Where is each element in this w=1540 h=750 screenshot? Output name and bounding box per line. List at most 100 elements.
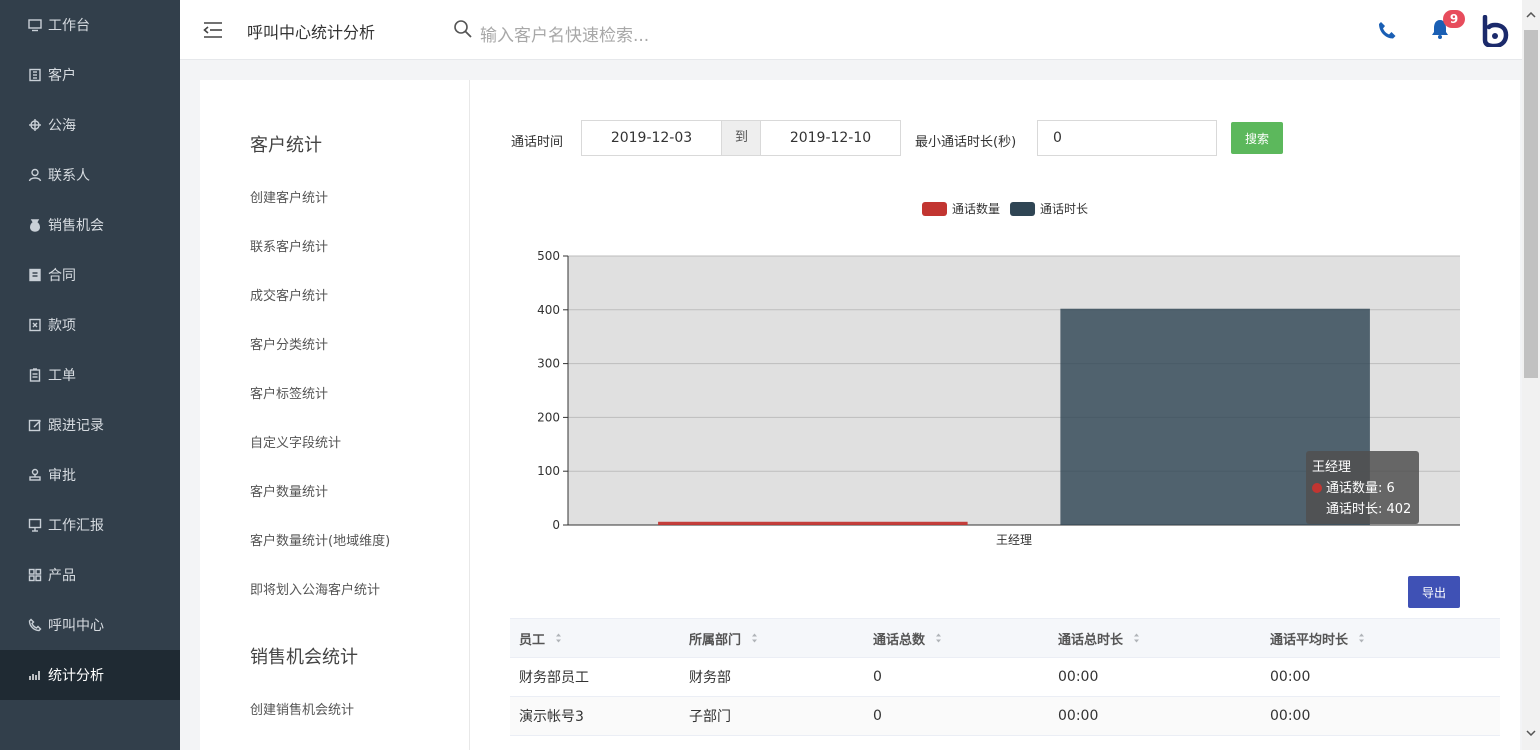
tooltip-title: 王经理 — [1312, 460, 1352, 475]
subnav-item-customer-category[interactable]: 客户分类统计 — [250, 334, 328, 353]
statistics-subnav: 客户统计 创建客户统计 联系客户统计 成交客户统计 客户分类统计 客户标签统计 … — [200, 80, 470, 750]
menu-toggle-icon[interactable] — [202, 20, 224, 40]
contract-icon — [28, 268, 42, 282]
cell-total-calls: 0 — [873, 669, 882, 685]
phone-icon — [28, 618, 42, 632]
payment-icon — [28, 318, 42, 332]
call-stats-table: 员工 所属部门 通话总数 通话总时长 通话平均时长 财务部员工 财务部 0 00… — [510, 618, 1500, 736]
sidebar-item-label: 统计分析 — [48, 668, 104, 684]
sidebar-item-contacts[interactable]: 联系人 — [0, 150, 180, 200]
ship-icon — [28, 118, 42, 132]
subnav-item-customer-count-region[interactable]: 客户数量统计(地域维度) — [250, 530, 390, 549]
cell-department: 子部门 — [689, 709, 731, 725]
sidebar-item-label: 销售机会 — [48, 218, 104, 234]
search-input[interactable] — [480, 22, 780, 50]
subnav-item-customer-count[interactable]: 客户数量统计 — [250, 481, 328, 500]
sidebar-item-payments[interactable]: 款项 — [0, 300, 180, 350]
subnav-item-custom-field[interactable]: 自定义字段统计 — [250, 432, 341, 451]
search-button[interactable]: 搜索 — [1231, 122, 1283, 154]
tooltip-line-duration: 通话时长: 402 — [1312, 499, 1413, 520]
user-icon — [28, 168, 42, 182]
brand-logo-icon — [1482, 15, 1509, 47]
min-duration-input[interactable]: 0 — [1037, 120, 1217, 156]
top-header: 呼叫中心统计分析 9 — [180, 0, 1522, 60]
sidebar-item-statistics[interactable]: 统计分析 — [0, 650, 180, 700]
subnav-item-upcoming-public-sea[interactable]: 即将划入公海客户统计 — [250, 579, 380, 598]
sidebar-item-customer[interactable]: 客户 — [0, 50, 180, 100]
min-duration-label: 最小通话时长(秒) — [915, 135, 1017, 150]
sort-icon[interactable] — [751, 633, 758, 643]
sidebar-item-follow-up[interactable]: 跟进记录 — [0, 400, 180, 450]
sidebar-item-label: 合同 — [48, 268, 76, 284]
end-date-input[interactable]: 2019-12-10 — [760, 120, 901, 156]
sidebar-item-label: 款项 — [48, 318, 76, 334]
subnav-item-customer-tag[interactable]: 客户标签统计 — [250, 383, 328, 402]
table-row[interactable]: 财务部员工 财务部 0 00:00 00:00 — [510, 658, 1500, 697]
cell-department: 财务部 — [689, 670, 731, 686]
subnav-group-title-opportunity: 销售机会统计 — [250, 647, 358, 668]
sidebar-item-public-sea[interactable]: 公海 — [0, 100, 180, 150]
subnav-item-create-customer[interactable]: 创建客户统计 — [250, 187, 328, 206]
page-scrollbar[interactable] — [1522, 0, 1540, 750]
scroll-up-arrow-icon[interactable] — [1522, 0, 1540, 30]
sidebar-item-label: 审批 — [48, 468, 76, 484]
cell-total-duration: 00:00 — [1058, 708, 1099, 724]
sidebar-item-tickets[interactable]: 工单 — [0, 350, 180, 400]
sort-icon[interactable] — [1133, 633, 1140, 643]
sidebar-item-label: 工单 — [48, 368, 76, 384]
x-axis-category-label: 王经理 — [996, 533, 1032, 547]
sort-icon[interactable] — [555, 633, 562, 643]
phone-icon[interactable] — [1376, 19, 1398, 41]
y-axis-tick-label: 400 — [537, 303, 560, 317]
column-header-department[interactable]: 所属部门 — [689, 619, 758, 657]
sidebar-item-call-center[interactable]: 呼叫中心 — [0, 600, 180, 650]
cell-employee: 财务部员工 — [519, 670, 589, 686]
y-axis-tick-label: 0 — [552, 518, 560, 532]
money-bag-icon — [28, 218, 42, 232]
table-header: 员工 所属部门 通话总数 通话总时长 通话平均时长 — [510, 618, 1500, 658]
sidebar-item-label: 跟进记录 — [48, 418, 104, 434]
legend-label: 通话时长 — [1040, 202, 1088, 216]
subnav-group-title-customer: 客户统计 — [250, 135, 322, 156]
sort-icon[interactable] — [1358, 633, 1365, 643]
sidebar-item-opportunities[interactable]: 销售机会 — [0, 200, 180, 250]
edit-icon — [28, 418, 42, 432]
sidebar: 工作台 客户 公海 联系人 销售机会 合同 款项 工单 跟进记录 审批 工作汇报 — [0, 0, 180, 750]
table-row[interactable]: 演示帐号3 子部门 0 00:00 00:00 — [510, 697, 1500, 736]
start-date-input[interactable]: 2019-12-03 — [581, 120, 722, 156]
tooltip-line-count: 通话数量: 6 — [1312, 478, 1413, 499]
subnav-item-deal-customer[interactable]: 成交客户统计 — [250, 285, 328, 304]
date-range-separator: 到 — [722, 120, 761, 156]
bar-chart-icon — [28, 668, 42, 682]
sidebar-item-workbench[interactable]: 工作台 — [0, 0, 180, 50]
call-time-label: 通话时间 — [511, 135, 564, 150]
sidebar-item-label: 客户 — [48, 68, 76, 84]
building-icon — [28, 68, 42, 82]
scrollbar-thumb[interactable] — [1524, 30, 1538, 378]
grid-icon — [28, 568, 42, 582]
sort-icon[interactable] — [935, 633, 942, 643]
sidebar-item-products[interactable]: 产品 — [0, 550, 180, 600]
sidebar-item-label: 呼叫中心 — [48, 618, 104, 634]
column-header-total-duration[interactable]: 通话总时长 — [1058, 619, 1140, 657]
chart-tooltip: 王经理 通话数量: 6 通话时长: 402 — [1306, 451, 1419, 524]
subnav-item-contact-customer[interactable]: 联系客户统计 — [250, 236, 328, 255]
export-button[interactable]: 导出 — [1408, 576, 1460, 608]
sidebar-item-approval[interactable]: 审批 — [0, 450, 180, 500]
cell-total-calls: 0 — [873, 708, 882, 724]
search-icon[interactable] — [453, 19, 473, 39]
legend-swatch — [922, 202, 947, 216]
sidebar-item-work-report[interactable]: 工作汇报 — [0, 500, 180, 550]
tooltip-duration-text: 通话时长: 402 — [1326, 502, 1412, 517]
legend-label: 通话数量 — [952, 201, 1000, 216]
presentation-icon — [28, 518, 42, 532]
column-header-avg-duration[interactable]: 通话平均时长 — [1270, 619, 1365, 657]
column-header-total-calls[interactable]: 通话总数 — [873, 619, 942, 657]
monitor-icon — [28, 18, 42, 32]
sidebar-item-contract[interactable]: 合同 — [0, 250, 180, 300]
cell-avg-duration: 00:00 — [1270, 669, 1311, 685]
scroll-down-arrow-icon[interactable] — [1522, 718, 1540, 748]
subnav-item-create-opportunity[interactable]: 创建销售机会统计 — [250, 699, 354, 718]
sidebar-item-label: 公海 — [48, 118, 76, 134]
column-header-employee[interactable]: 员工 — [519, 619, 562, 657]
